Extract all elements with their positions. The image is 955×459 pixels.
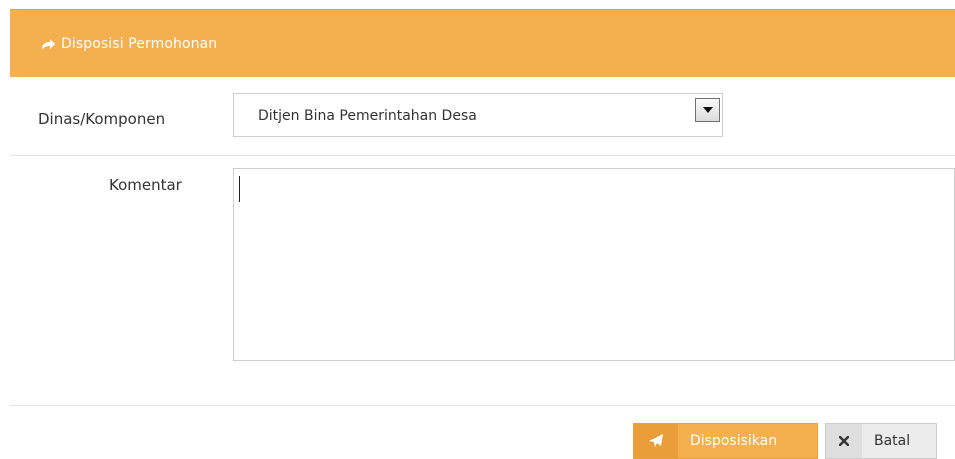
modal-header: Disposisi Permohonan [10,9,955,77]
dinas-select[interactable]: Ditjen Bina Pemerintahan Desa [233,93,723,137]
form-divider [10,155,955,156]
paper-plane-icon [634,424,678,458]
share-icon [40,36,56,52]
modal-title: Disposisi Permohonan [61,35,218,52]
dinas-label: Dinas/Komponen [38,110,166,128]
disposisi-modal: Disposisi Permohonan Dinas/Komponen Ditj… [0,0,955,459]
batal-button[interactable]: Batal [825,423,937,459]
dinas-select-value: Ditjen Bina Pemerintahan Desa [258,108,477,124]
footer-divider [10,405,955,406]
komentar-textarea[interactable] [233,168,955,361]
batal-label: Batal [874,433,911,449]
komentar-label: Komentar [109,176,182,194]
times-icon [826,424,862,458]
disposisikan-label: Disposisikan [690,433,778,449]
modal-top-edge [10,0,955,9]
text-caret [239,176,240,202]
chevron-down-icon[interactable] [695,98,720,122]
disposisikan-button[interactable]: Disposisikan [633,423,818,459]
